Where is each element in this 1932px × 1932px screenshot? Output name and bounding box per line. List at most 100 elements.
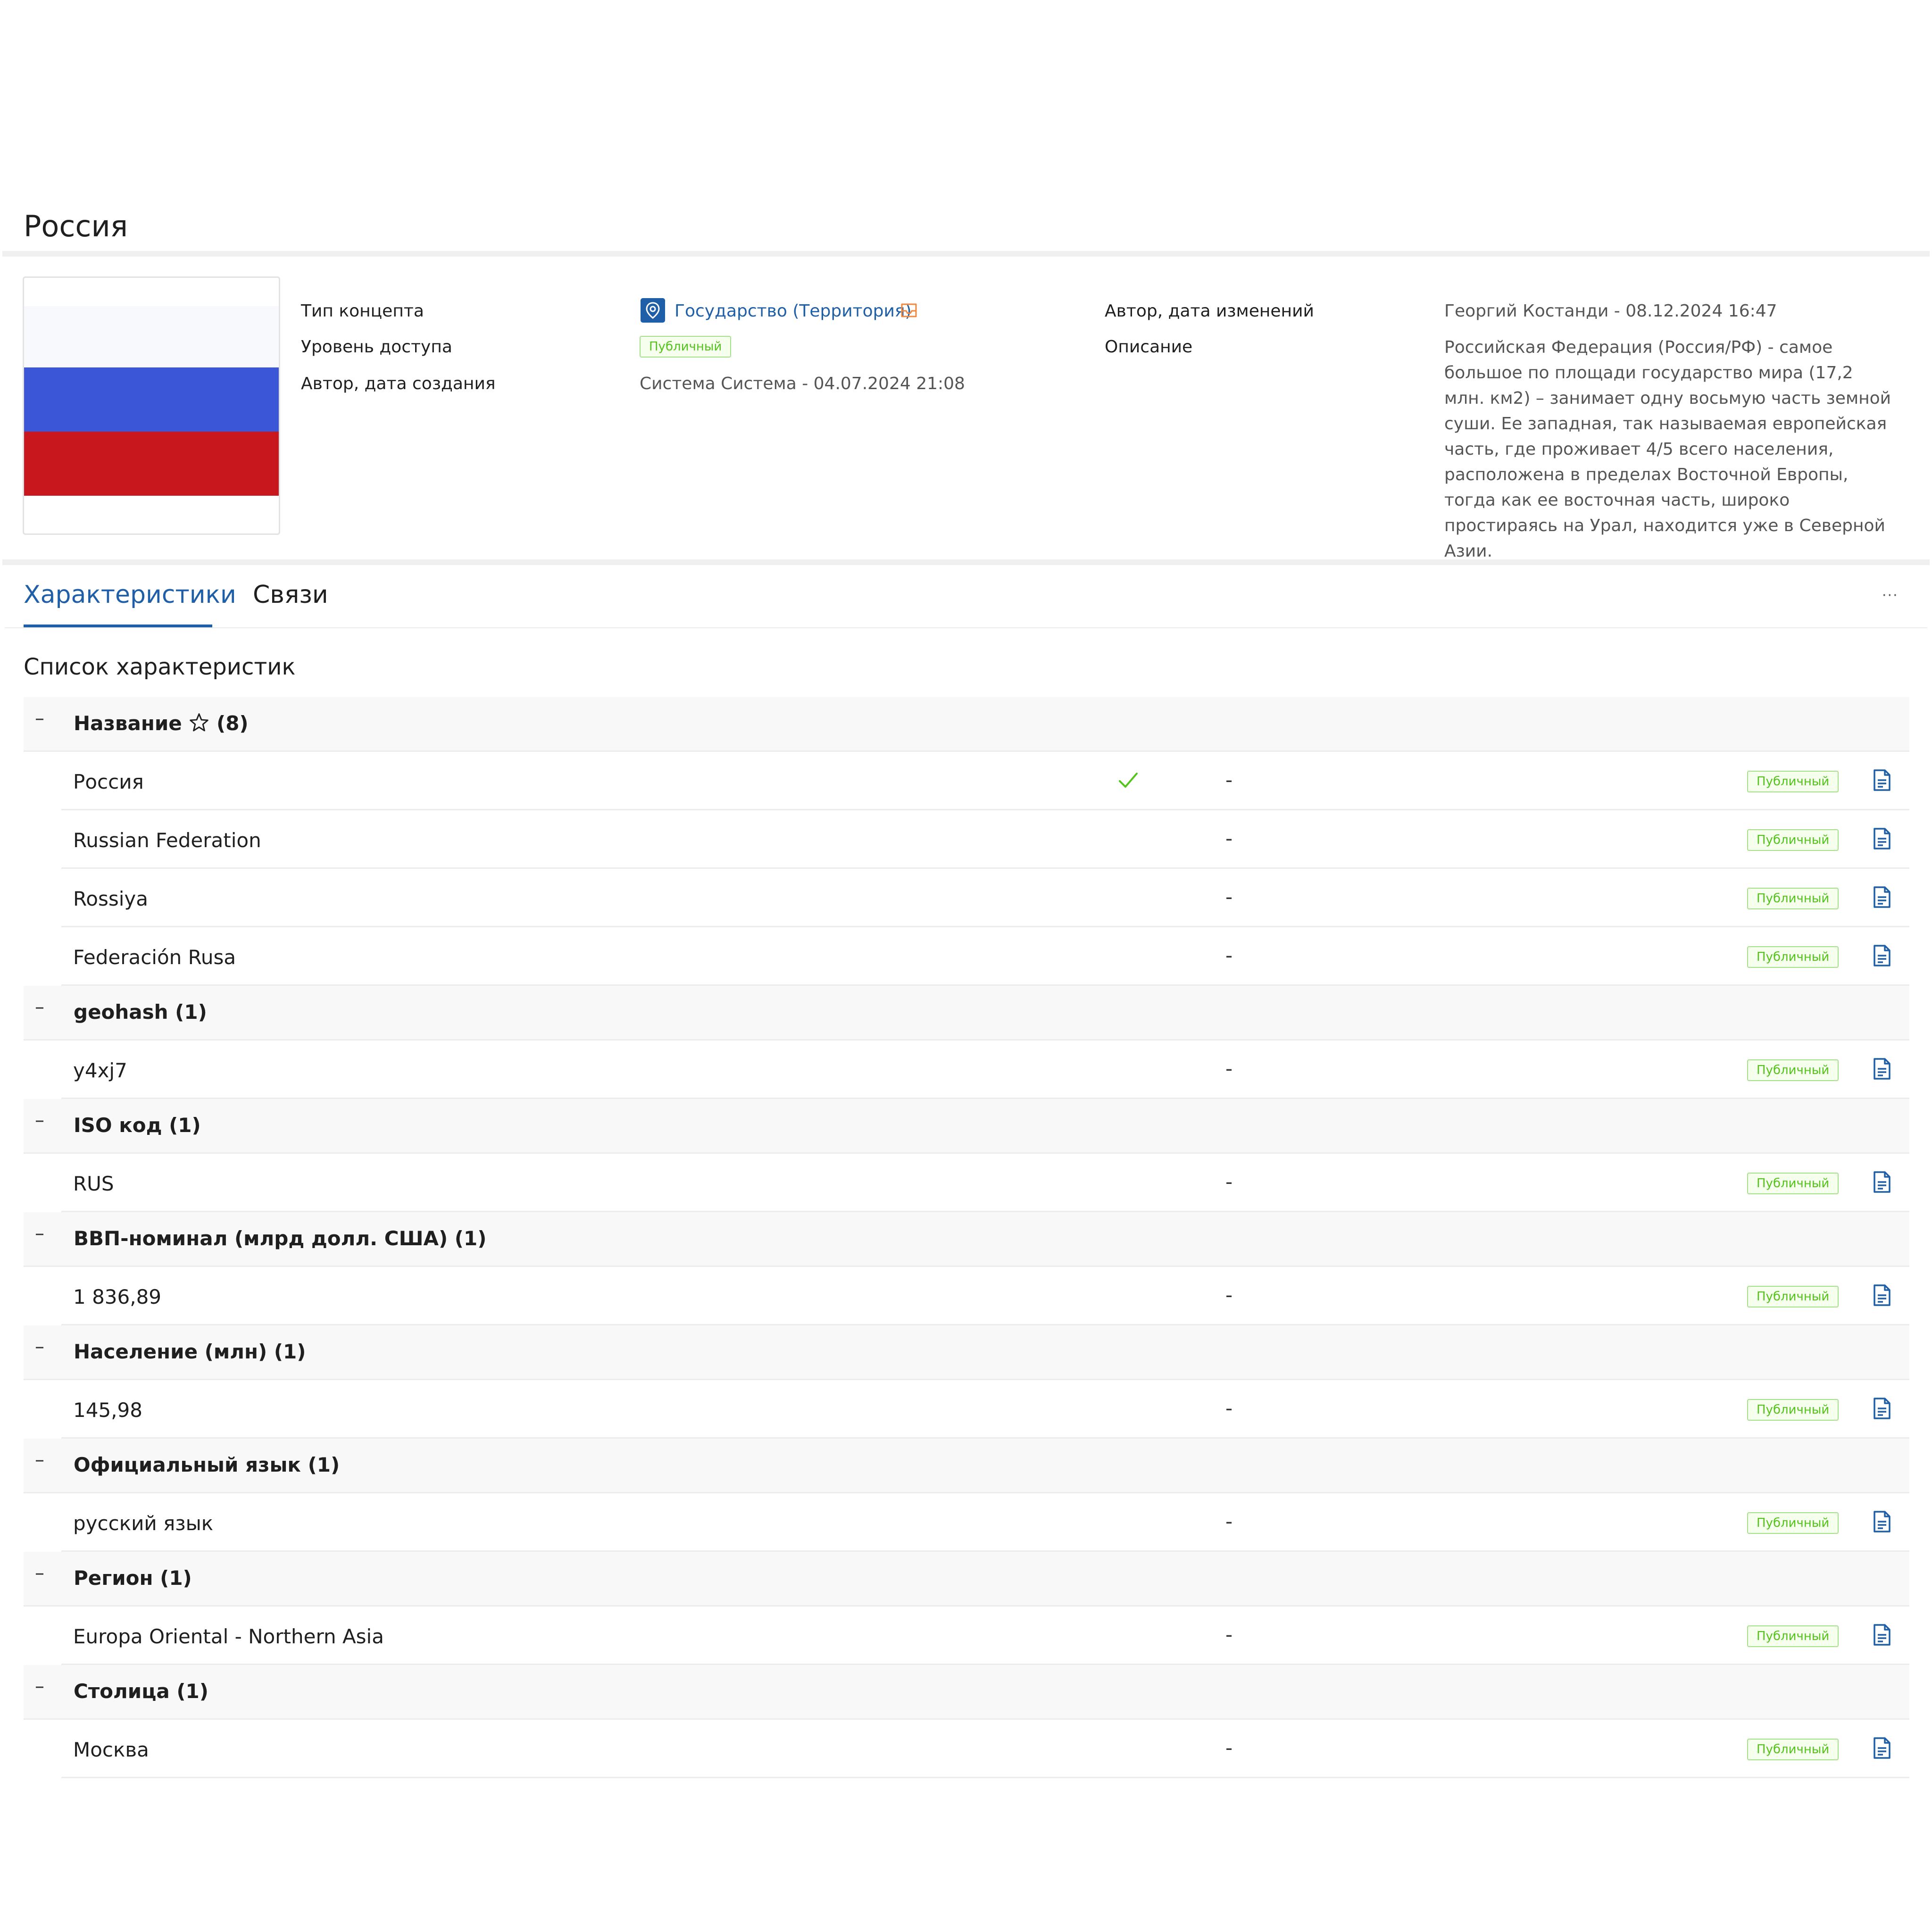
characteristic-row: русский язык - Публичный: [61, 1493, 1909, 1552]
characteristic-row: y4xj7 - Публичный: [61, 1041, 1909, 1099]
access-badge: Публичный: [1747, 1512, 1839, 1534]
group-count: (8): [217, 712, 249, 735]
characteristic-value: русский язык: [73, 1512, 214, 1535]
characteristic-group-title: Название (8): [74, 710, 249, 737]
modified-value: Георгий Костанди - 08.12.2024 16:47: [1444, 301, 1777, 321]
characteristic-value: y4xj7: [73, 1059, 127, 1082]
characteristic-group-title: Официальный язык (1): [74, 1452, 340, 1478]
access-badge: Публичный: [1747, 1286, 1839, 1307]
access-badge: Публичный: [1747, 1059, 1839, 1081]
document-icon[interactable]: [1873, 1624, 1891, 1646]
collapse-toggle-icon[interactable]: –: [35, 708, 44, 729]
collapse-toggle-icon[interactable]: –: [35, 996, 44, 1018]
characteristic-group: – Население (млн) (1): [24, 1325, 1909, 1380]
characteristic-group: – ISO код (1): [24, 1099, 1909, 1154]
flag-red-stripe: [24, 432, 279, 496]
flag-white-stripe: [24, 306, 279, 367]
characteristic-group-title: Регион (1): [74, 1565, 192, 1591]
group-count: (1): [308, 1453, 340, 1476]
group-name: ISO код: [74, 1114, 162, 1137]
created-value: Система Система - 04.07.2024 21:08: [640, 374, 965, 393]
access-badge: Публичный: [1747, 829, 1839, 851]
header-divider: [2, 251, 1930, 257]
group-count: (1): [175, 1000, 207, 1024]
tab-relations[interactable]: Связи: [253, 578, 328, 611]
document-icon[interactable]: [1873, 1058, 1891, 1080]
document-icon[interactable]: [1873, 827, 1891, 850]
characteristic-dash: -: [1225, 1623, 1233, 1646]
modified-label: Автор, дата изменений: [1105, 301, 1314, 321]
collapse-toggle-icon[interactable]: –: [35, 1336, 44, 1357]
location-pin-icon: [641, 298, 665, 323]
characteristic-dash: -: [1225, 827, 1233, 850]
group-name: Официальный язык: [74, 1453, 301, 1476]
more-options-icon[interactable]: ···: [1882, 587, 1899, 604]
access-badge: Публичный: [1747, 1739, 1839, 1760]
inbox-icon[interactable]: [899, 300, 919, 320]
access-badge: Публичный: [1747, 1399, 1839, 1421]
group-name: Регион: [74, 1566, 153, 1590]
star-icon[interactable]: [189, 712, 209, 735]
group-count: (1): [176, 1680, 208, 1703]
characteristic-dash: -: [1225, 1170, 1233, 1193]
characteristic-group-title: Столица (1): [74, 1678, 208, 1705]
tabs-divider: [5, 627, 1927, 628]
characteristic-dash: -: [1225, 1736, 1233, 1759]
characteristic-row: 1 836,89 - Публичный: [61, 1267, 1909, 1325]
characteristic-dash: -: [1225, 1510, 1233, 1533]
document-icon[interactable]: [1873, 1171, 1891, 1193]
characteristic-row: RUS - Публичный: [61, 1154, 1909, 1212]
characteristic-row: Москва - Публичный: [61, 1720, 1909, 1778]
characteristic-group: – Регион (1): [24, 1552, 1909, 1607]
collapse-toggle-icon[interactable]: –: [35, 1675, 44, 1697]
characteristic-group-title: ВВП-номинал (млрд долл. США) (1): [74, 1225, 486, 1252]
characteristic-row: Europa Oriental - Northern Asia - Публичны…: [61, 1607, 1909, 1665]
checkmark-icon: [1117, 769, 1140, 791]
access-badge: Публичный: [1747, 888, 1839, 909]
tab-characteristics[interactable]: Характеристики: [24, 578, 236, 611]
characteristic-value: RUS: [73, 1172, 114, 1195]
characteristic-dash: -: [1225, 1057, 1233, 1080]
document-icon[interactable]: [1873, 1510, 1891, 1533]
characteristic-group: – Столица (1): [24, 1665, 1909, 1720]
characteristic-value: Rossiya: [73, 887, 149, 910]
characteristics-section-title: Список характеристик: [24, 654, 296, 680]
document-icon[interactable]: [1873, 769, 1891, 791]
concept-type-link[interactable]: Государство (Территория): [675, 300, 912, 323]
created-label: Автор, дата создания: [301, 374, 496, 393]
group-name: Население (млн): [74, 1340, 267, 1363]
collapse-toggle-icon[interactable]: –: [35, 1449, 44, 1471]
document-icon[interactable]: [1873, 944, 1891, 967]
collapse-toggle-icon[interactable]: –: [35, 1223, 44, 1244]
group-count: (1): [169, 1114, 201, 1137]
characteristic-group-title: ISO код (1): [74, 1112, 201, 1139]
info-divider: [2, 559, 1930, 565]
characteristic-row: Rossiya - Публичный: [61, 869, 1909, 927]
characteristic-dash: -: [1225, 944, 1233, 967]
concept-type-label: Тип концепта: [301, 301, 424, 321]
characteristic-group: – Название (8): [24, 697, 1909, 752]
description-text: Российская Федерация (Россия/РФ) - самое…: [1444, 338, 1891, 561]
characteristic-row: 145,98 - Публичный: [61, 1380, 1909, 1439]
document-icon[interactable]: [1873, 1397, 1891, 1420]
characteristic-value: Россия: [73, 770, 144, 793]
description-label: Описание: [1105, 337, 1193, 357]
collapse-toggle-icon[interactable]: –: [35, 1562, 44, 1584]
characteristic-value: Москва: [73, 1738, 149, 1761]
characteristic-value: Russian Federation: [73, 829, 261, 852]
group-name: Столица: [74, 1680, 170, 1703]
document-icon[interactable]: [1873, 1284, 1891, 1307]
characteristic-group: – Официальный язык (1): [24, 1439, 1909, 1493]
collapse-toggle-icon[interactable]: –: [35, 1109, 44, 1131]
flag-blue-stripe: [24, 367, 279, 432]
characteristic-dash: -: [1225, 1283, 1233, 1307]
concept-image: [23, 276, 280, 535]
characteristic-value: Europa Oriental - Northern Asia: [73, 1625, 384, 1648]
characteristic-row: Россия - Публичный: [61, 752, 1909, 810]
characteristic-group: – ВВП-номинал (млрд долл. США) (1): [24, 1212, 1909, 1267]
access-badge: Публичный: [1747, 946, 1839, 968]
document-icon[interactable]: [1873, 886, 1891, 908]
group-name: Название: [74, 712, 182, 735]
document-icon[interactable]: [1873, 1737, 1891, 1759]
access-level-label: Уровень доступа: [301, 337, 452, 357]
